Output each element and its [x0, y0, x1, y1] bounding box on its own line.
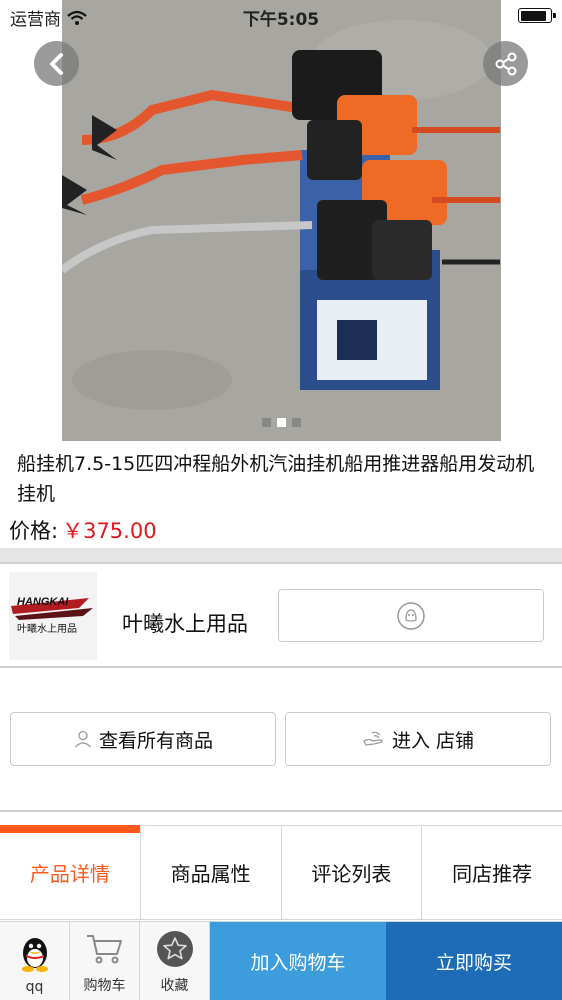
qq-bubble-icon [397, 601, 425, 630]
tab-product-attributes[interactable]: 商品属性 [139, 826, 281, 919]
favorite-button[interactable]: 收藏 [140, 922, 210, 1000]
svg-text:HANGKAI: HANGKAI [17, 596, 69, 608]
product-gallery[interactable] [0, 0, 562, 442]
qq-label: qq [25, 979, 44, 995]
product-title: 船挂机7.5-15匹四冲程船外机汽油挂机船用推进器船用发动机挂机 [17, 453, 535, 505]
outboard-motor-illustration [62, 0, 501, 441]
hand-shop-icon [363, 731, 383, 746]
product-photo[interactable] [62, 0, 501, 441]
cart-icon [86, 935, 122, 964]
pagination-dot[interactable] [292, 418, 301, 427]
user-icon [75, 730, 91, 748]
cart-label: 购物车 [83, 978, 126, 994]
add-to-cart-button[interactable]: 加入购物车 [210, 922, 386, 1000]
tab-store-recommendations[interactable]: 同店推荐 [421, 826, 562, 919]
chevron-left-icon [49, 52, 63, 75]
shop-logo-image: HANGKAI 叶曦水上用品 [9, 572, 97, 660]
tab-label: 产品详情 [29, 862, 110, 886]
shop-row: HANGKAI 叶曦水上用品 叶曦水上用品 [0, 562, 562, 668]
view-all-products-button[interactable]: 查看所有商品 [10, 712, 276, 766]
enter-shop-label: 进入 店铺 [391, 729, 475, 752]
back-button[interactable] [34, 41, 79, 86]
cart-button[interactable]: 购物车 [70, 922, 140, 1000]
tab-reviews[interactable]: 评论列表 [280, 826, 422, 919]
gallery-pagination [262, 418, 301, 427]
pagination-dot-active[interactable] [277, 418, 286, 427]
qq-button[interactable]: qq [0, 922, 70, 1000]
favorite-label: 收藏 [160, 978, 189, 994]
enter-shop-button[interactable]: 进入 店铺 [285, 712, 551, 766]
shop-actions: 查看所有商品 进入 店铺 [0, 668, 562, 812]
section-divider [0, 548, 562, 562]
share-button[interactable] [483, 41, 528, 86]
status-time: 下午5:05 [242, 10, 320, 30]
tab-label: 同店推荐 [452, 862, 533, 886]
share-icon [495, 52, 516, 75]
pagination-dot[interactable] [262, 418, 271, 427]
svg-text:叶曦水上用品: 叶曦水上用品 [17, 622, 77, 635]
battery-level [520, 10, 546, 21]
buy-now-button[interactable]: 立即购买 [386, 922, 562, 1000]
price-value: ￥375.00 [62, 519, 157, 543]
view-all-products-label: 查看所有商品 [98, 729, 213, 752]
contact-seller-button[interactable] [278, 589, 544, 642]
tab-product-details[interactable]: 产品详情 [0, 825, 140, 919]
detail-tabs: 产品详情 商品属性 评论列表 同店推荐 [0, 825, 562, 920]
battery-icon [518, 8, 556, 23]
shop-logo[interactable]: HANGKAI 叶曦水上用品 [9, 572, 97, 660]
shop-name: 叶曦水上用品 [122, 612, 248, 636]
star-icon [156, 931, 193, 967]
status-bar: 运营商 下午5:05 [0, 0, 562, 30]
price-row: 价格: ￥375.00 [9, 515, 157, 545]
price-label: 价格: [9, 519, 59, 543]
bottom-action-bar: qq 购物车 收藏 加入购物车 立即购买 [0, 921, 562, 1000]
tab-label: 评论列表 [311, 862, 392, 886]
qq-penguin-icon [21, 938, 48, 972]
tab-label: 商品属性 [170, 862, 251, 886]
